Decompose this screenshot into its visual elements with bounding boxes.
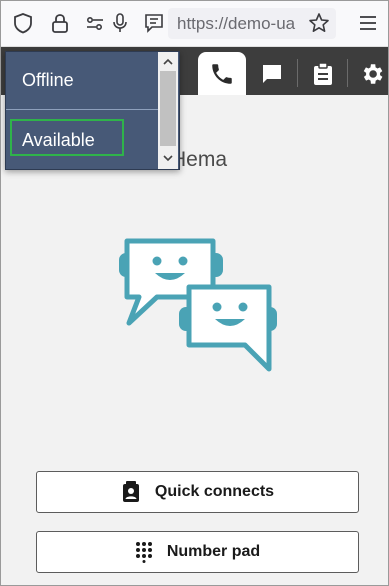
clipboard-icon <box>314 61 332 85</box>
quick-connects-button[interactable]: Quick connects <box>36 471 359 513</box>
tab-divider <box>347 59 348 87</box>
url-text: https://demo-ua <box>177 14 296 33</box>
dialpad-icon <box>135 542 152 563</box>
microphone-icon[interactable] <box>109 12 131 34</box>
tab-phone[interactable] <box>198 52 246 95</box>
chat-icon <box>263 64 281 83</box>
menu-icon[interactable] <box>357 12 379 34</box>
address-bar[interactable]: https://demo-ua <box>168 8 336 39</box>
status-option-label: Offline <box>22 70 74 90</box>
reader-view-icon[interactable] <box>143 12 165 34</box>
dropdown-scrollbar[interactable] <box>158 52 178 169</box>
number-pad-button[interactable]: Number pad <box>36 531 359 573</box>
number-pad-label: Number pad <box>166 543 261 560</box>
tab-settings[interactable] <box>349 52 388 95</box>
chat-bots-illustration <box>119 238 277 372</box>
focus-highlight <box>10 119 124 156</box>
tab-tasks[interactable] <box>299 52 347 95</box>
gear-icon <box>363 63 383 84</box>
tab-chat[interactable] <box>248 52 296 95</box>
contact-card-icon <box>122 481 139 502</box>
app-window: https://demo-ua me Hema Quick connects N… <box>0 0 389 586</box>
phone-icon <box>212 63 232 84</box>
bookmark-star-icon[interactable] <box>308 12 330 34</box>
tab-divider <box>297 59 298 87</box>
status-dropdown-list: Offline Available <box>5 51 180 170</box>
lock-icon[interactable] <box>49 12 71 34</box>
chevron-up-icon[interactable] <box>162 56 174 68</box>
browser-toolbar: https://demo-ua <box>1 1 388 47</box>
quick-connects-label: Quick connects <box>154 483 275 500</box>
shield-icon[interactable] <box>12 12 34 34</box>
chevron-down-icon[interactable] <box>162 152 174 164</box>
permissions-icon[interactable] <box>84 12 106 34</box>
status-option-offline[interactable]: Offline <box>6 52 158 110</box>
scrollbar-thumb[interactable] <box>160 71 176 146</box>
